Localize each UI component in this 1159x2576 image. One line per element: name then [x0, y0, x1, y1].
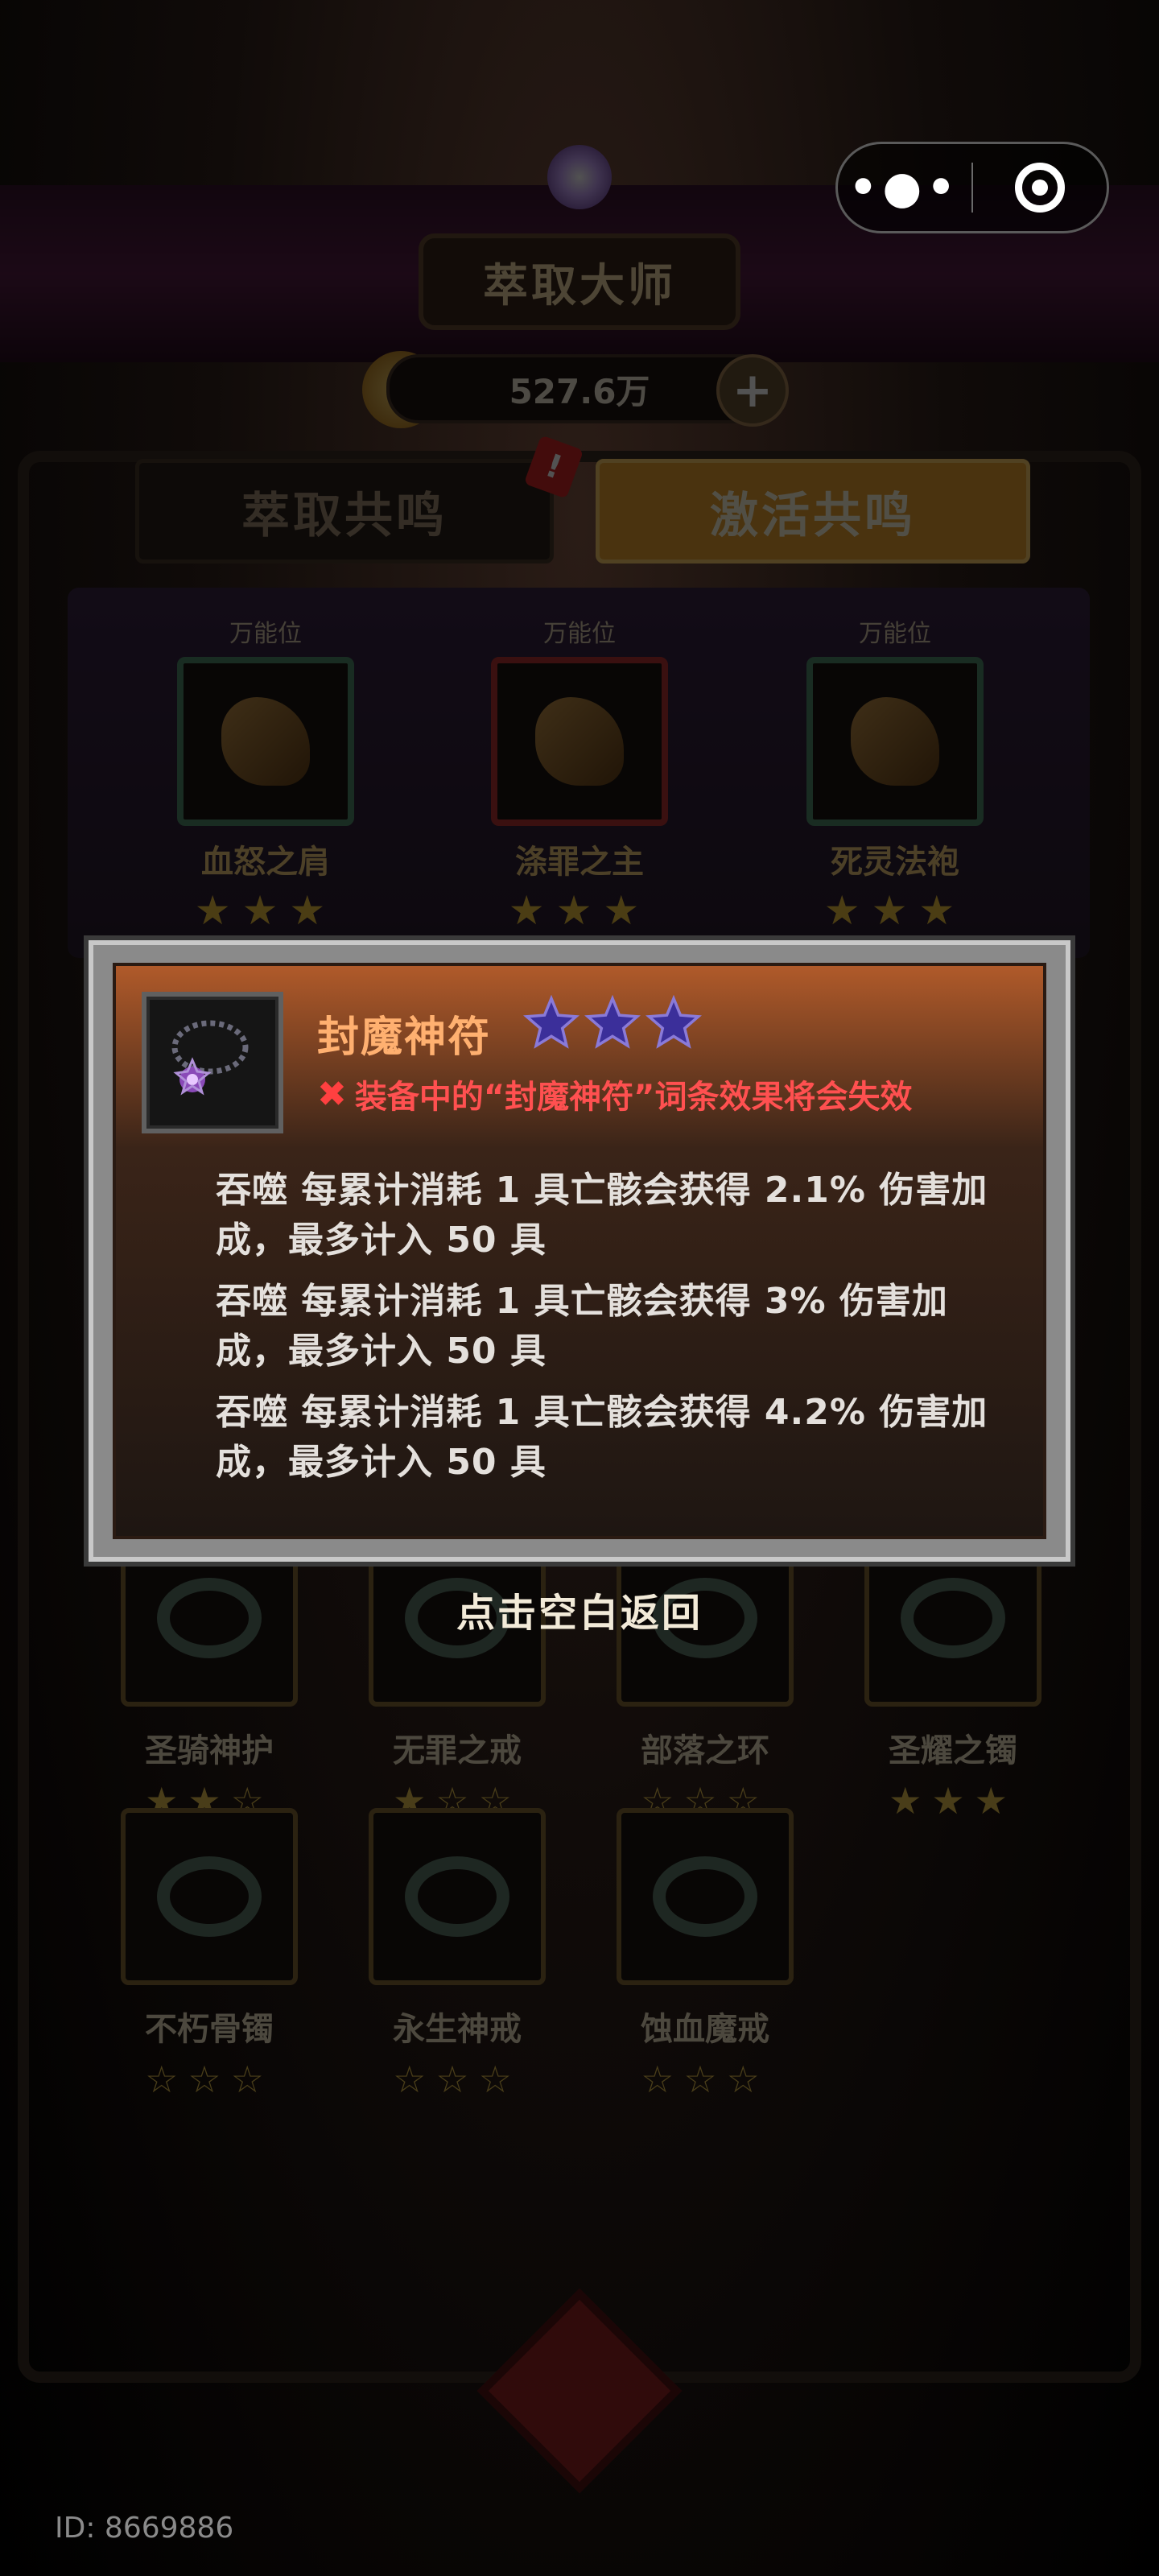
slot-box [177, 657, 354, 826]
grid-item[interactable]: 蚀血魔戒 ☆☆☆ [608, 1808, 802, 2101]
game-screen: 萃取大师 527.6万 + 萃取共鸣 激活共鸣 ! 万能位 血怒之肩 ★★★ 万… [0, 0, 1159, 2576]
item-box [617, 1808, 794, 1985]
slot-stars: ★★★ [194, 887, 337, 934]
item-name: 部落之环 [641, 1732, 769, 1769]
slot-stars: ★★★ [823, 887, 967, 934]
target-circle-icon [1015, 163, 1066, 213]
ellipsis-icon[interactable]: •●• [838, 162, 971, 214]
star-icon [523, 995, 580, 1049]
slot-box [491, 657, 668, 826]
deactivation-warning: ✖ 装备中的“封魔神符”词条效果将会失效 [317, 1071, 912, 1117]
item-stars: ☆☆☆ [393, 2058, 522, 2101]
star-icon [584, 995, 641, 1049]
robe-icon [851, 697, 939, 786]
grid-item[interactable]: 永生神戒 ☆☆☆ [361, 1808, 554, 2101]
bracelet-icon [157, 1856, 262, 1937]
tap-to-dismiss-hint[interactable]: 点击空白返回 [0, 1581, 1159, 1637]
slot-name: 死灵法袍 [831, 844, 959, 881]
item-name: 不朽骨镯 [145, 2011, 274, 2048]
amulet-icon [171, 1020, 249, 1096]
item-icon-frame [142, 992, 283, 1133]
grid-item[interactable]: 圣骑神护 ★★☆ [113, 1530, 306, 1823]
effect-line: 吞噬 每累计消耗 1 具亡骸会获得 3% 伤害加成，最多计入 50 具 [216, 1281, 948, 1372]
helmet-icon [535, 697, 624, 786]
grid-item[interactable]: 部落之环 ☆☆☆ [608, 1530, 802, 1823]
slot-tag: 万能位 [229, 620, 302, 648]
item-name: 无罪之戒 [393, 1732, 522, 1769]
cross-icon: ✖ [317, 1073, 347, 1115]
mini-program-capsule: •●• [835, 142, 1109, 233]
slot-3[interactable]: 万能位 死灵法袍 ★★★ [798, 613, 992, 934]
item-name: 圣骑神护 [145, 1732, 274, 1769]
item-stars: ☆☆☆ [145, 2058, 274, 2101]
page-title: 萃取大师 [419, 233, 740, 330]
item-box [121, 1808, 298, 1985]
slot-stars: ★★★ [508, 887, 651, 934]
user-id-label: ID: 8669886 [55, 2512, 234, 2545]
item-stars: ☆☆☆ [641, 2058, 769, 2101]
ring-icon [653, 1856, 757, 1937]
orb-icon [547, 145, 612, 209]
item-star-rating [523, 995, 702, 1051]
add-currency-button[interactable]: + [716, 354, 789, 427]
currency-amount: 527.6万 [386, 354, 773, 423]
close-mini-program-button[interactable] [973, 163, 1107, 213]
slot-1[interactable]: 万能位 血怒之肩 ★★★ [169, 613, 362, 934]
item-title: 封魔神符 [317, 1013, 492, 1062]
item-name: 永生神戒 [393, 2011, 522, 2048]
item-name: 圣耀之镯 [889, 1732, 1017, 1769]
effect-line: 吞噬 每累计消耗 1 具亡骸会获得 2.1% 伤害加成，最多计入 50 具 [216, 1170, 988, 1261]
item-box [369, 1808, 546, 1985]
effect-line: 吞噬 每累计消耗 1 具亡骸会获得 4.2% 伤害加成，最多计入 50 具 [216, 1392, 988, 1483]
shoulder-armor-icon [221, 697, 310, 786]
tab-extract-resonance[interactable]: 萃取共鸣 [135, 459, 554, 564]
grid-item[interactable]: 不朽骨镯 ☆☆☆ [113, 1808, 306, 2101]
effects-list: 吞噬 每累计消耗 1 具亡骸会获得 2.1% 伤害加成，最多计入 50 具 吞噬… [216, 1166, 1004, 1499]
ring-icon [405, 1856, 509, 1937]
slot-name: 涤罪之主 [515, 844, 644, 881]
grid-item[interactable]: 无罪之戒 ★☆☆ [361, 1530, 554, 1823]
slot-box [806, 657, 984, 826]
star-icon [645, 995, 702, 1049]
warning-text: 装备中的“封魔神符”词条效果将会失效 [354, 1079, 913, 1116]
tab-activate-resonance[interactable]: 激活共鸣 [596, 459, 1030, 564]
item-name: 蚀血魔戒 [641, 2011, 769, 2048]
slot-name: 血怒之肩 [201, 844, 330, 881]
slot-tag: 万能位 [859, 620, 931, 648]
item-stars: ★★★ [889, 1779, 1017, 1823]
slot-2[interactable]: 万能位 涤罪之主 ★★★ [483, 613, 676, 934]
grid-item[interactable]: 圣耀之镯 ★★★ [856, 1530, 1050, 1823]
slot-tag: 万能位 [543, 620, 616, 648]
